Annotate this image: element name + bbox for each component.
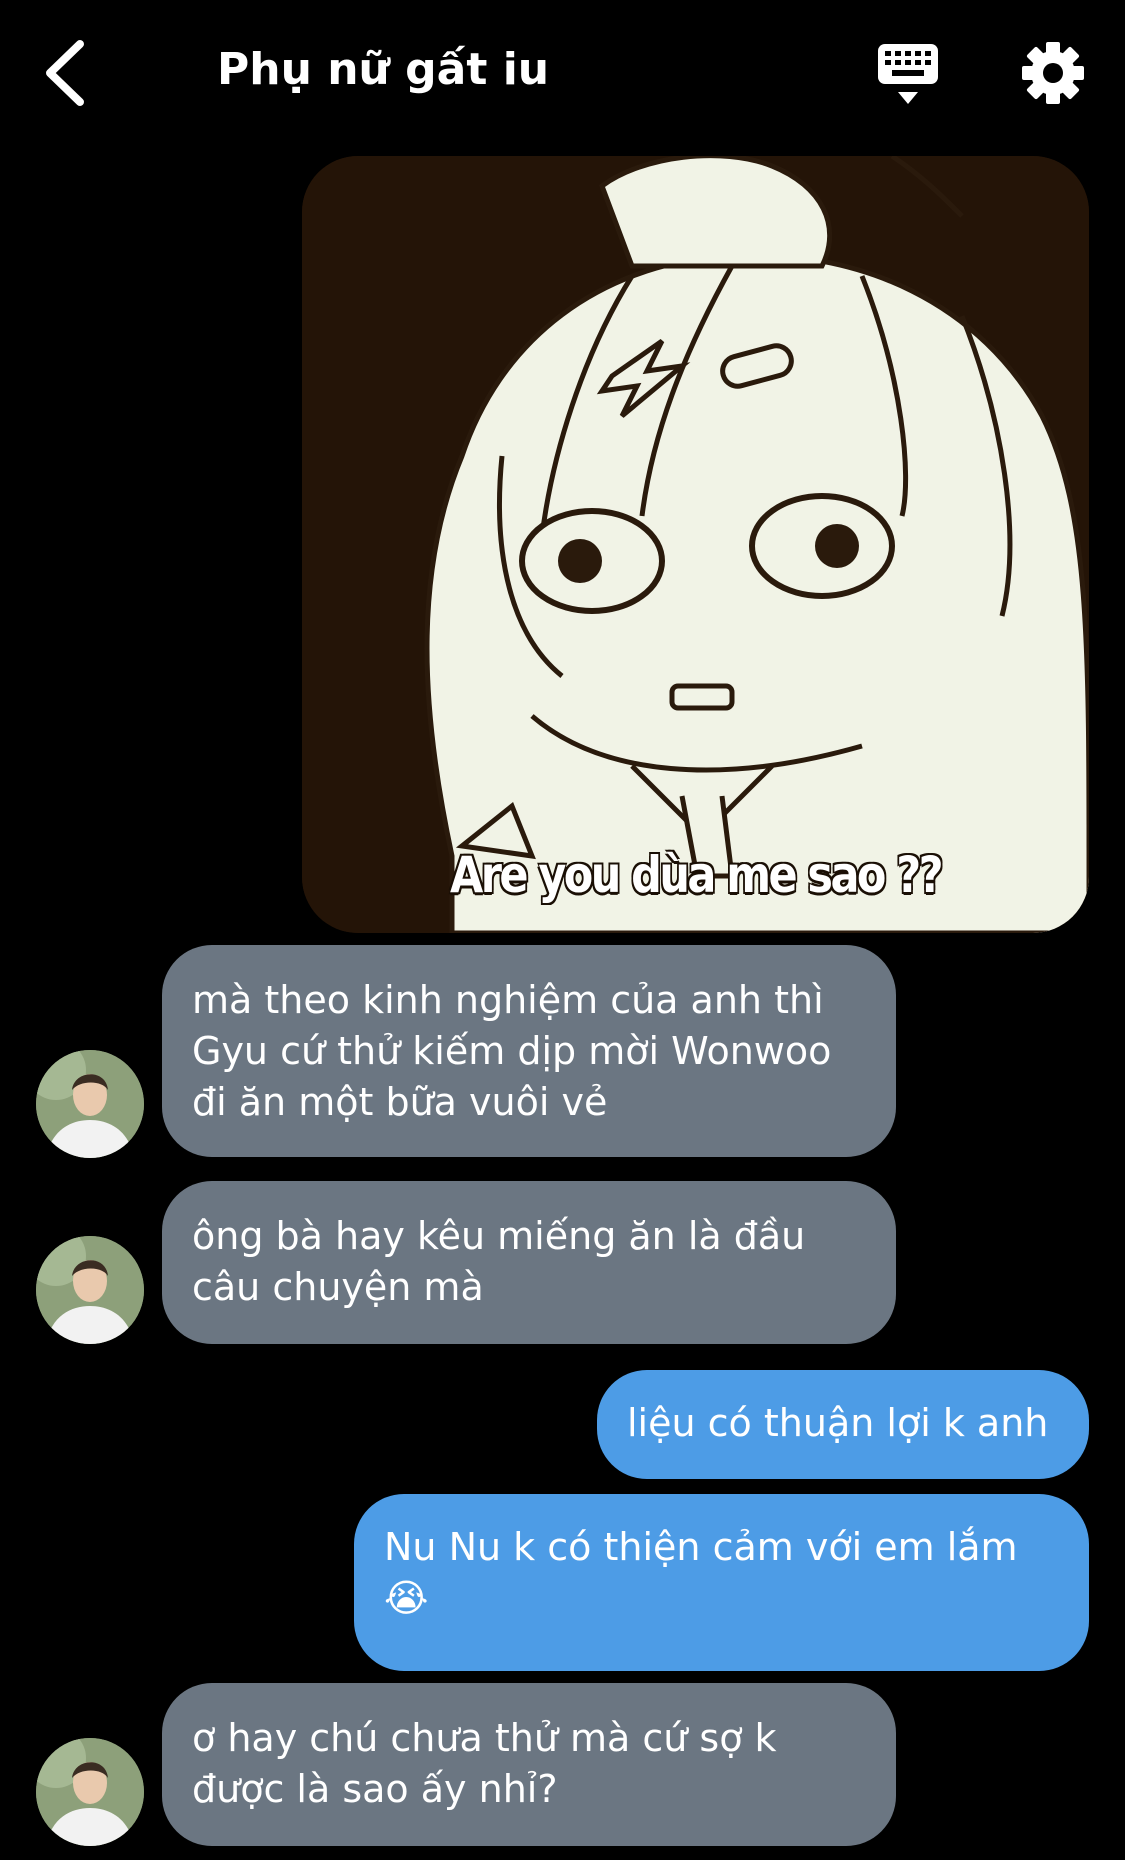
keyboard-icon	[878, 44, 938, 104]
back-button[interactable]	[38, 38, 98, 108]
incoming-message-bubble[interactable]: mà theo kinh nghiệm của anh thì Gyu cứ t…	[162, 945, 896, 1157]
avatar-photo	[36, 1050, 144, 1158]
gear-icon	[1022, 42, 1084, 104]
avatar-photo	[36, 1738, 144, 1846]
chevron-left-icon	[46, 40, 84, 106]
incoming-message-bubble[interactable]: ông bà hay kêu miếng ăn là đầu câu chuyệ…	[162, 1181, 896, 1344]
chat-header: Phụ nữ gất iu	[0, 0, 1125, 150]
message-line: Nu Nu k có thiện cảm với em lắm	[384, 1525, 1018, 1569]
avatar[interactable]	[36, 1738, 144, 1846]
incoming-message-bubble[interactable]: ơ hay chú chưa thử mà cứ sợ k được là sa…	[162, 1683, 896, 1846]
avatar[interactable]	[36, 1236, 144, 1344]
crying-emoji: 😭	[384, 1576, 429, 1620]
meme-illustration	[302, 156, 1089, 933]
message-line: mà theo kinh nghiệm của anh thì	[192, 978, 824, 1022]
message-line: câu chuyện mà	[192, 1265, 484, 1309]
message-line: được là sao ấy nhỉ?	[192, 1767, 558, 1811]
message-line: ơ hay chú chưa thử mà cứ sợ k	[192, 1716, 777, 1760]
message-line: Gyu cứ thử kiếm dịp mời Wonwoo	[192, 1029, 832, 1073]
chat-title[interactable]: Phụ nữ gất iu	[217, 44, 549, 95]
outgoing-message-bubble[interactable]: liệu có thuận lợi k anh	[597, 1370, 1089, 1479]
outgoing-message-bubble[interactable]: Nu Nu k có thiện cảm với em lắm 😭	[354, 1494, 1089, 1671]
meme-caption: Are you dùa me sao ??	[450, 846, 944, 904]
message-line: ông bà hay kêu miếng ăn là đầu	[192, 1214, 806, 1258]
avatar-photo	[36, 1236, 144, 1344]
image-message[interactable]: Are you dùa me sao ??	[302, 156, 1089, 933]
keyboard-button[interactable]	[876, 42, 940, 108]
message-line: đi ăn một bữa vuôi vẻ	[192, 1080, 608, 1124]
settings-button[interactable]	[1020, 40, 1086, 106]
message-line: liệu có thuận lợi k anh	[627, 1401, 1049, 1445]
avatar[interactable]	[36, 1050, 144, 1158]
